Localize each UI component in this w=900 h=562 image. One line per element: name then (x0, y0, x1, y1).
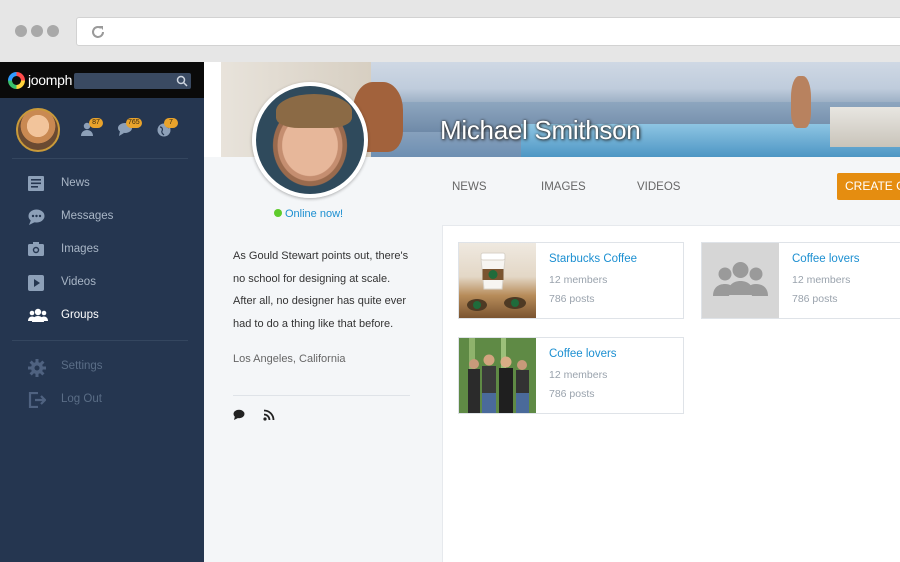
sidebar-item-messages[interactable]: Messages (26, 205, 186, 229)
group-posts: 786 posts (549, 293, 595, 305)
friend-requests-button[interactable]: 87 (80, 118, 104, 138)
window-minimize-dot[interactable] (31, 25, 43, 37)
messages-badge: 765 (126, 118, 142, 128)
sidebar-item-label: Images (61, 243, 99, 255)
group-members: 12 members (792, 274, 851, 286)
create-group-button[interactable]: CREATE GROUP (837, 173, 900, 200)
sidebar-divider (12, 158, 188, 159)
sidebar-item-label: News (61, 177, 90, 189)
group-members: 12 members (549, 369, 608, 381)
profile-tabs: NEWS IMAGES VIDEOS (442, 160, 900, 225)
tab-news[interactable]: NEWS (452, 181, 487, 193)
play-icon (28, 275, 44, 291)
browser-toolbar (0, 0, 900, 62)
logo-text[interactable]: joomph (28, 72, 72, 88)
profile-bio: As Gould Stewart points out, there's no … (233, 250, 409, 330)
sidebar-item-label: Settings (61, 360, 103, 372)
online-status-text: Online now! (285, 208, 344, 220)
groups-icon (28, 308, 48, 322)
sidebar-item-label: Groups (61, 309, 99, 321)
profile-name: Michael Smithson (440, 115, 641, 145)
profile-picture[interactable] (252, 82, 368, 198)
window-close-dot[interactable] (15, 25, 27, 37)
sidebar-item-logout[interactable]: Log Out (26, 388, 186, 412)
group-card[interactable]: Coffee lovers 12 members 786 posts (701, 242, 900, 319)
tab-videos[interactable]: VIDEOS (637, 181, 680, 193)
messages-icon (28, 209, 45, 225)
sidebar-item-label: Messages (61, 210, 114, 222)
sidebar-divider (12, 340, 188, 341)
sidebar-item-videos[interactable]: Videos (26, 271, 186, 295)
group-placeholder-icon (713, 262, 768, 296)
sidebar-item-images[interactable]: Images (26, 238, 186, 262)
online-status: Online now! (274, 208, 343, 220)
sidebar-item-label: Log Out (61, 393, 102, 405)
globe-notification-button[interactable]: 7 (156, 118, 180, 138)
coffee-cup-icon (467, 252, 526, 311)
sidebar-search-input[interactable] (74, 73, 191, 89)
group-title[interactable]: Coffee lovers (549, 348, 617, 360)
news-icon (28, 176, 44, 191)
sidebar: joomph 87 765 7 News Messages Images Vid… (0, 62, 204, 562)
group-title[interactable]: Coffee lovers (792, 253, 860, 265)
sidebar-item-news[interactable]: News (26, 172, 186, 196)
rss-icon[interactable] (263, 409, 275, 421)
sidebar-header: joomph (0, 62, 204, 98)
group-thumbnail[interactable] (702, 243, 779, 318)
logo-icon[interactable] (8, 72, 25, 89)
group-posts: 786 posts (792, 293, 838, 305)
reload-icon[interactable] (89, 23, 107, 41)
band-photo (459, 338, 536, 413)
group-posts: 786 posts (549, 388, 595, 400)
group-title[interactable]: Starbucks Coffee (549, 253, 637, 265)
group-card[interactable]: Starbucks Coffee 12 members 786 posts (458, 242, 684, 319)
group-members: 12 members (549, 274, 608, 286)
messages-notification-button[interactable]: 765 (117, 118, 142, 138)
address-bar[interactable] (76, 17, 900, 46)
search-icon[interactable] (176, 75, 188, 87)
friends-badge: 87 (89, 118, 103, 128)
tab-images[interactable]: IMAGES (541, 181, 586, 193)
sidebar-item-settings[interactable]: Settings (26, 355, 186, 379)
user-avatar[interactable] (16, 108, 60, 152)
group-thumbnail[interactable] (459, 243, 536, 318)
sidebar-item-groups[interactable]: Groups (26, 304, 186, 328)
online-dot-icon (274, 209, 282, 217)
sidebar-item-label: Videos (61, 276, 96, 288)
camera-icon (28, 242, 44, 256)
bio-divider (233, 395, 410, 396)
group-thumbnail[interactable] (459, 338, 536, 413)
gear-icon (28, 359, 46, 377)
profile-location: Los Angeles, California (233, 353, 346, 365)
chat-icon[interactable] (233, 409, 245, 421)
globe-badge: 7 (164, 118, 178, 128)
group-card[interactable]: Coffee lovers 12 members 786 posts (458, 337, 684, 414)
logout-icon (28, 392, 46, 408)
window-maximize-dot[interactable] (47, 25, 59, 37)
